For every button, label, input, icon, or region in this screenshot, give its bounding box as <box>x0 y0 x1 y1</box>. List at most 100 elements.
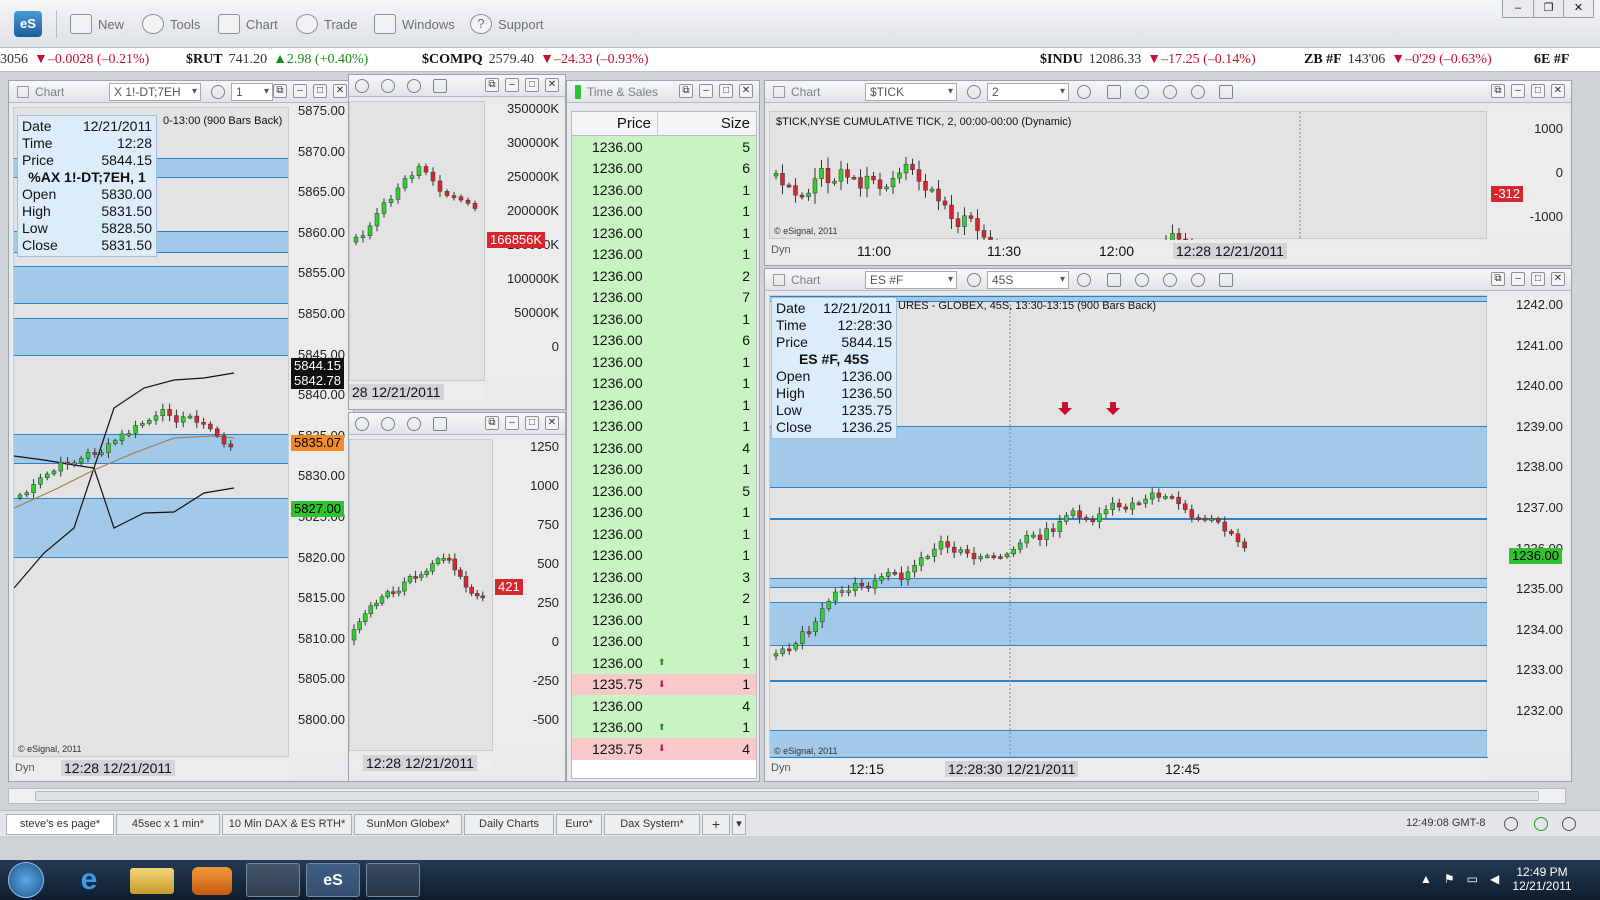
indicator-icon[interactable] <box>1135 85 1149 99</box>
support-button[interactable]: ? Support <box>470 12 544 36</box>
table-row[interactable]: 1236.00 1 <box>572 523 756 545</box>
play-icon[interactable] <box>1163 273 1177 287</box>
tab-euro[interactable]: Euro* <box>556 814 602 835</box>
minimize-icon[interactable]: – <box>1511 84 1525 98</box>
symbol-combo[interactable]: ES #F <box>865 271 957 289</box>
minimize-icon[interactable]: – <box>505 78 519 92</box>
indicator-icon[interactable] <box>355 417 369 431</box>
close-icon[interactable]: ✕ <box>333 84 347 98</box>
table-row[interactable]: 1236.00 6 <box>572 329 756 351</box>
tab-dax-system[interactable]: Dax System* <box>604 814 700 835</box>
symbol-combo[interactable]: $TICK <box>865 83 957 101</box>
pencil-icon[interactable] <box>1107 273 1121 287</box>
horizontal-scrollbar[interactable] <box>8 788 1566 804</box>
table-row[interactable]: 1236.00 1 <box>572 200 756 222</box>
play-icon[interactable] <box>381 417 395 431</box>
table-row[interactable]: 1236.00 1 <box>572 630 756 652</box>
tick-axis[interactable]: 1000 0 -1000 <box>1487 111 1569 239</box>
table-row[interactable]: 1236.00 4 <box>572 695 756 717</box>
table-row[interactable]: 1236.00 1 <box>572 179 756 201</box>
size-column-header[interactable]: Size <box>658 112 756 135</box>
price-column-header[interactable]: Price <box>572 112 658 135</box>
pencil-icon[interactable] <box>1107 85 1121 99</box>
link-icon[interactable] <box>1219 273 1233 287</box>
ticker-item[interactable]: $INDU 12086.33 ▼–17.25 (–0.14%) <box>1040 52 1256 68</box>
minimize-icon[interactable]: – <box>1503 0 1533 17</box>
tray-clock[interactable]: 12:49 PM 12/21/2011 <box>1504 865 1580 893</box>
table-row[interactable]: 1236.00 6 <box>572 157 756 179</box>
internet-explorer-icon[interactable]: e <box>62 863 116 897</box>
ticker-item[interactable]: ZB #F 143'06 ▼–0'29 (–0.63%) <box>1304 52 1492 68</box>
indicator-icon[interactable] <box>1135 273 1149 287</box>
ticker-item[interactable]: 3056 ▼–0.0028 (–0.21%) <box>0 52 149 68</box>
table-row[interactable]: 1236.00 4 <box>572 437 756 459</box>
table-row[interactable]: 1236.00 1 <box>572 458 756 480</box>
interval-combo[interactable]: 45S <box>987 271 1069 289</box>
maximize-icon[interactable]: □ <box>1531 84 1545 98</box>
link-icon[interactable]: ⧉ <box>485 416 499 430</box>
interval-settings-icon[interactable] <box>211 85 225 99</box>
table-row[interactable]: 1235.75 ⬇ 1 <box>572 673 756 695</box>
table-row[interactable]: 1235.75 ⬇ 4 <box>572 738 756 760</box>
table-row[interactable]: 1236.00 2 <box>572 265 756 287</box>
maximize-icon[interactable]: □ <box>719 84 733 98</box>
table-row[interactable]: 1236.00 1 <box>572 501 756 523</box>
tab-daily-charts[interactable]: Daily Charts <box>464 814 554 835</box>
table-row[interactable]: 1236.00 1 <box>572 415 756 437</box>
time-template-icon[interactable] <box>1077 85 1091 99</box>
remote-desktop-icon[interactable] <box>246 863 300 897</box>
close-icon[interactable]: ✕ <box>1551 272 1565 286</box>
link-icon[interactable]: ⧉ <box>1491 272 1505 286</box>
app-task-icon[interactable] <box>366 863 420 897</box>
link-icon[interactable]: ⧉ <box>679 84 693 98</box>
interval-settings-icon[interactable] <box>967 273 981 287</box>
new-button[interactable]: New <box>70 12 124 36</box>
time-and-sales-grid[interactable]: Price Size 1236.00 5 1236.00 6 1236.00 1 1236.… <box>571 111 757 779</box>
close-icon[interactable]: ✕ <box>739 84 753 98</box>
table-row[interactable]: 1236.00 1 <box>572 394 756 416</box>
tab-steves-es-page[interactable]: steve's es page* <box>6 814 114 835</box>
link-icon[interactable]: ⧉ <box>273 84 287 98</box>
tick-plot-area[interactable]: $TICK,NYSE CUMULATIVE TICK, 2, 00:00-00:… <box>769 111 1487 297</box>
minimize-icon[interactable]: – <box>505 416 519 430</box>
time-template-icon[interactable] <box>1077 273 1091 287</box>
dax-price-axis[interactable]: 5875.00 5870.00 5865.00 5860.00 5855.00 5850.… <box>289 103 351 757</box>
restore-icon[interactable]: ❐ <box>1533 0 1563 17</box>
es-price-axis[interactable]: 1242.00 1241.00 1240.00 1239.00 1238.00 1237.… <box>1487 295 1569 757</box>
play-icon[interactable] <box>381 79 395 93</box>
ticker-item[interactable]: $COMPQ 2579.40 ▼–24.33 (–0.93%) <box>422 52 649 68</box>
interval-settings-icon[interactable] <box>967 85 981 99</box>
settings-icon[interactable] <box>1562 817 1576 831</box>
refresh-icon[interactable] <box>1534 817 1548 831</box>
alert-icon[interactable] <box>407 417 421 431</box>
link-icon[interactable]: ⧉ <box>485 78 499 92</box>
minimize-icon[interactable]: – <box>1511 272 1525 286</box>
symbol-combo[interactable]: X 1!-DT;7EH <box>109 83 201 101</box>
maximize-icon[interactable]: □ <box>525 78 539 92</box>
link-icon[interactable]: ⧉ <box>1491 84 1505 98</box>
table-row[interactable]: 1236.00 2 <box>572 587 756 609</box>
table-row[interactable]: 1236.00 3 <box>572 566 756 588</box>
esignal-task-icon[interactable]: eS <box>306 863 360 897</box>
scrollbar-thumb[interactable] <box>35 791 1539 801</box>
windows-button[interactable]: Windows <box>374 12 455 36</box>
close-icon[interactable]: ✕ <box>545 416 559 430</box>
table-row[interactable]: 1236.00 1 <box>572 609 756 631</box>
link-icon[interactable] <box>433 417 447 431</box>
ticker-item[interactable]: $RUT 741.20 ▲2.98 (+0.40%) <box>186 52 368 68</box>
minimize-icon[interactable]: – <box>699 84 713 98</box>
table-row[interactable]: 1236.00 1 <box>572 243 756 265</box>
table-row[interactable]: 1236.00 ⬆ 1 <box>572 652 756 674</box>
trade-button[interactable]: Trade <box>296 12 357 36</box>
close-icon[interactable]: ✕ <box>545 78 559 92</box>
minimize-icon[interactable]: – <box>293 84 307 98</box>
chart-button[interactable]: Chart <box>218 12 278 36</box>
ticker-item[interactable]: 6E #F <box>1534 52 1575 68</box>
link-icon[interactable] <box>433 79 447 93</box>
explorer-folder-icon[interactable] <box>130 868 174 894</box>
close-icon[interactable]: ✕ <box>1563 0 1593 17</box>
table-row[interactable]: 1236.00 1 <box>572 544 756 566</box>
tray-icons[interactable]: ▲⚑▭◀ <box>1420 872 1511 886</box>
media-player-icon[interactable] <box>192 867 232 895</box>
interval-combo[interactable]: 2 <box>987 83 1069 101</box>
